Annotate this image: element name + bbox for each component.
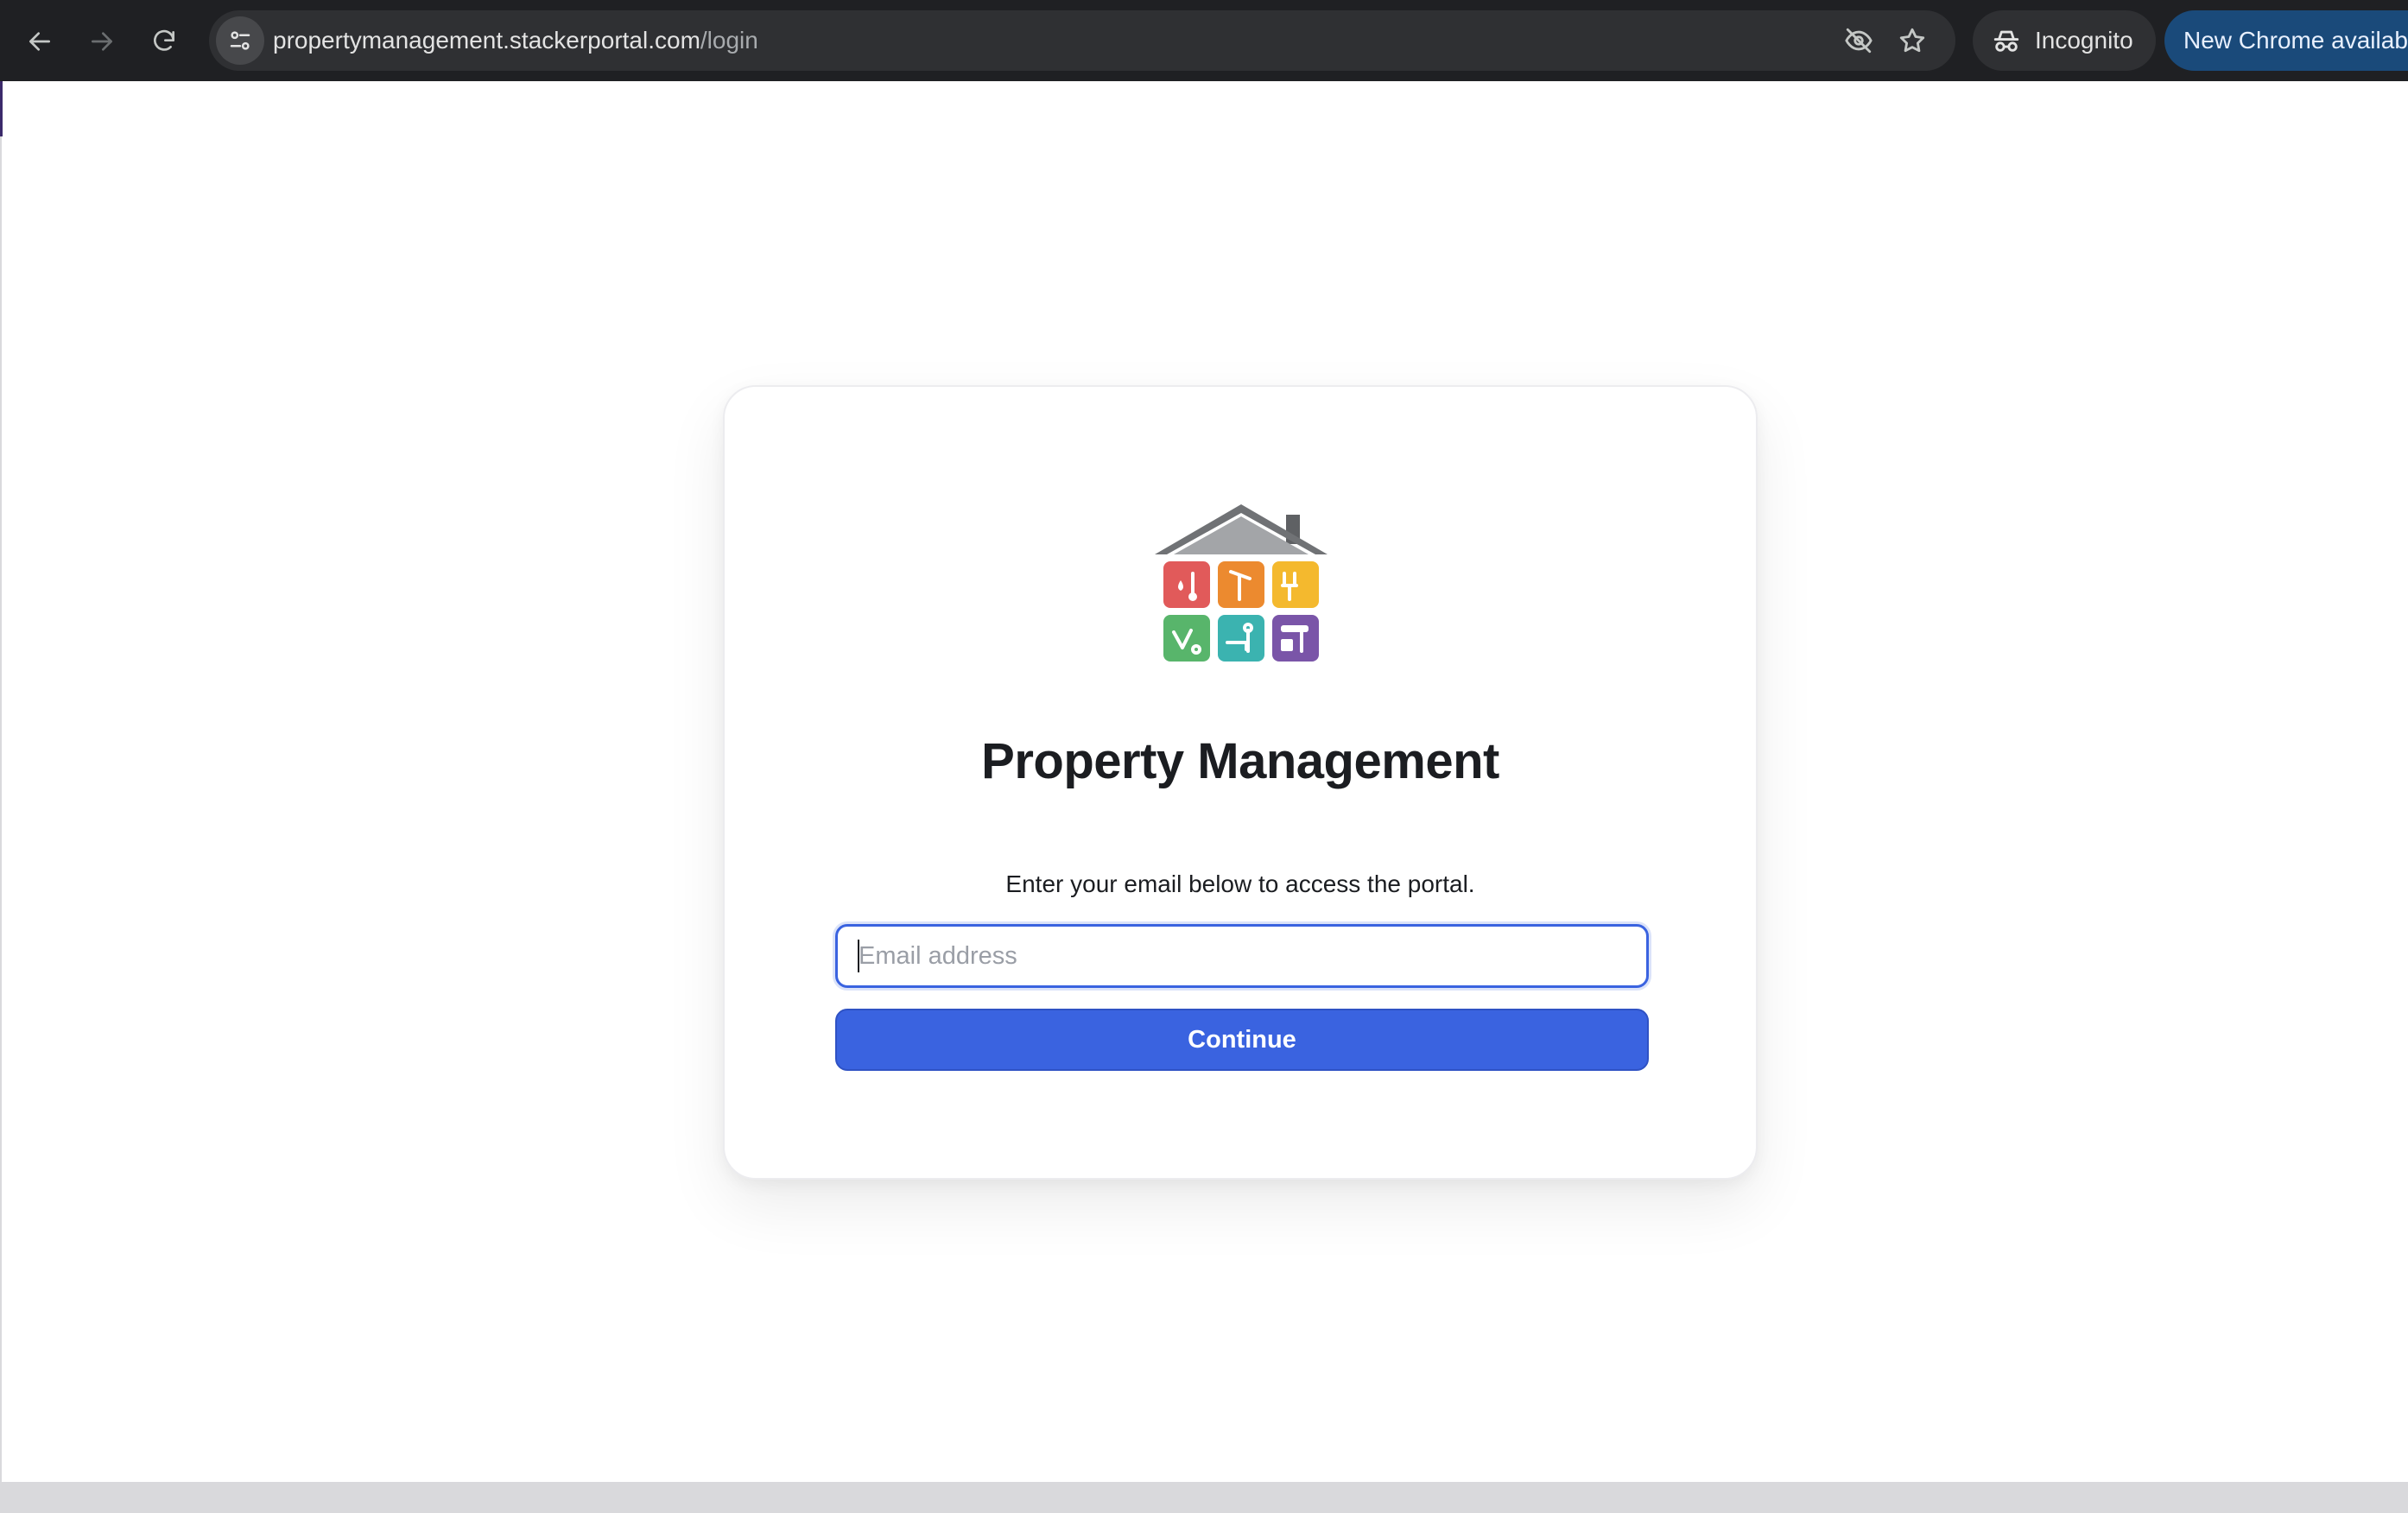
site-info-button[interactable] [216,16,264,65]
login-instructions: Enter your email below to access the por… [1005,870,1475,897]
text-caret [858,940,859,972]
tune-icon [230,31,250,50]
forward-button[interactable] [78,17,126,66]
incognito-indicator[interactable]: Incognito [1973,10,2156,71]
url-host: propertymanagement.stackerportal.com [273,27,700,54]
bookmark-button[interactable] [1895,23,1930,58]
incognito-icon [1993,30,2019,52]
window-bottom-edge [0,1482,2408,1513]
arrow-right-icon [92,32,112,51]
eye-off-icon [1845,28,1873,54]
browser-toolbar: propertymanagement.stackerportal.com/log… [0,0,2408,81]
house-tools-logo [1155,504,1328,662]
reload-button[interactable] [140,17,188,66]
login-card: Property Management Enter your email bel… [723,385,1758,1180]
address-bar[interactable]: propertymanagement.stackerportal.com/log… [209,10,1955,71]
update-label: New Chrome available [2183,27,2408,54]
url-path: /login [700,27,758,54]
chrome-update-button[interactable]: New Chrome available [2164,10,2408,71]
incognito-label: Incognito [2035,27,2133,54]
arrow-left-icon [29,32,50,51]
page-title: Property Management [981,733,1499,789]
back-button[interactable] [16,17,64,66]
star-icon [1899,28,1925,53]
reload-icon [154,29,174,51]
tracking-protection-button[interactable] [1841,23,1876,58]
url-text[interactable]: propertymanagement.stackerportal.com/log… [273,10,758,71]
window-edge [0,81,3,136]
continue-button[interactable]: Continue [835,1009,1649,1071]
email-input[interactable] [835,924,1649,988]
